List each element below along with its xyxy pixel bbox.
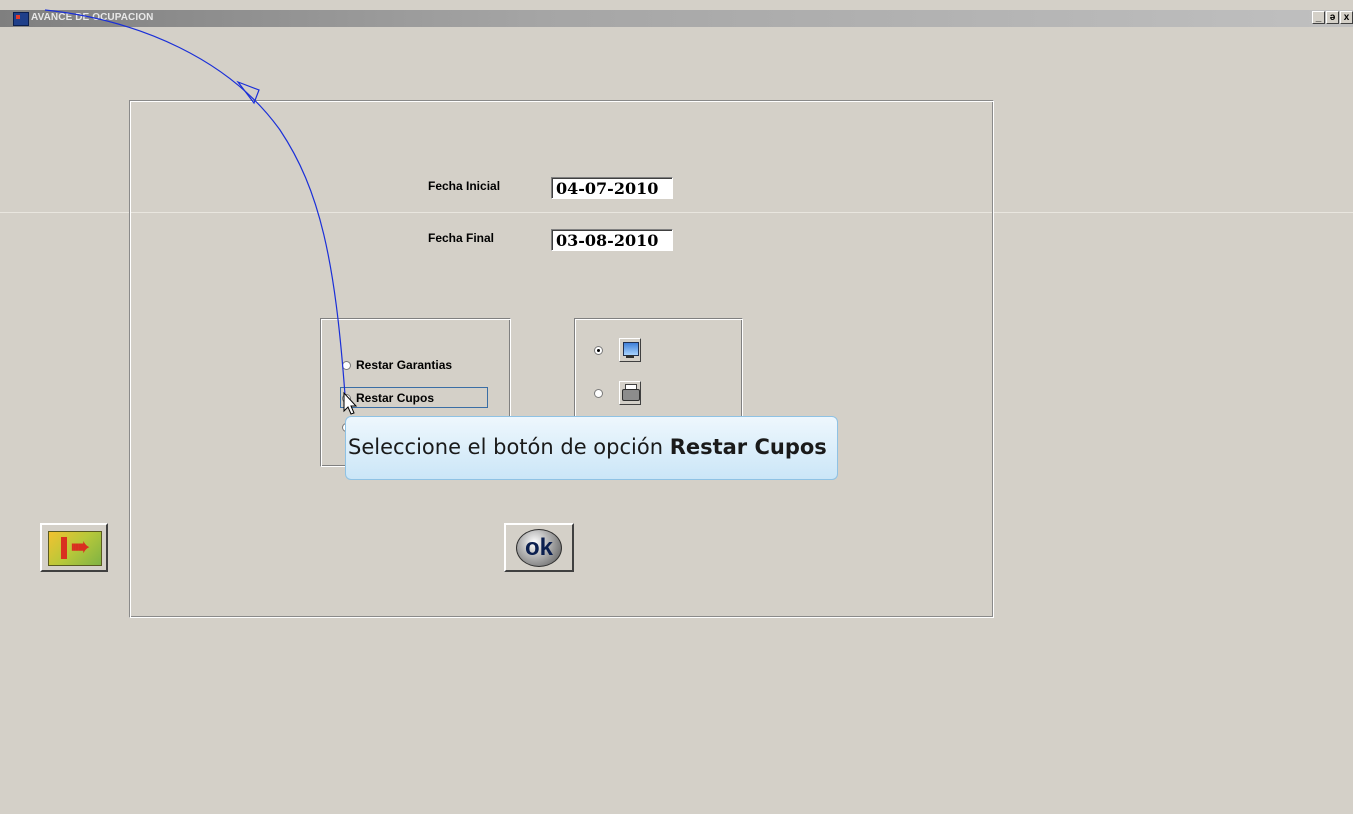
tutorial-path-overlay xyxy=(44,9,358,415)
mouse-cursor-icon xyxy=(343,391,358,415)
tutorial-path-line xyxy=(44,9,346,396)
path-arrow-icon xyxy=(236,80,260,105)
